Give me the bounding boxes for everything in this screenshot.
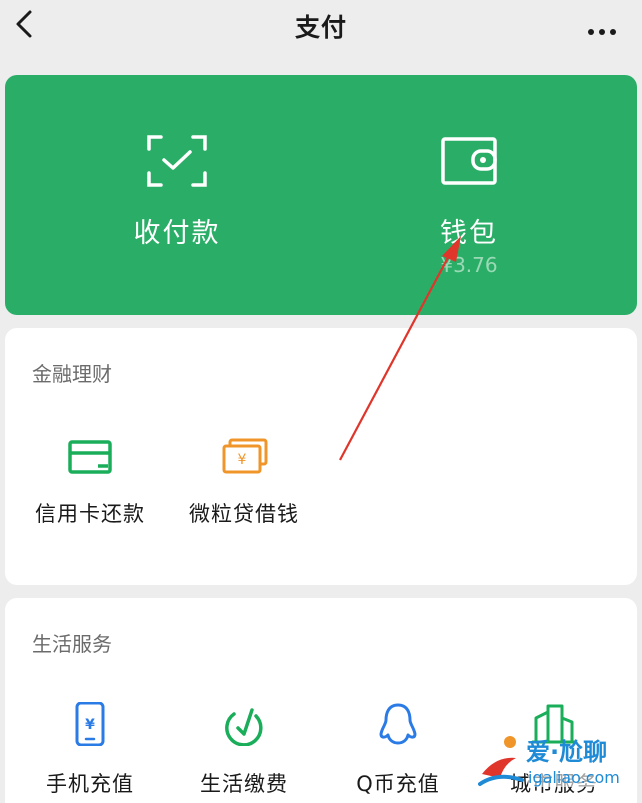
page-title: 支付: [294, 13, 347, 42]
scan-check-icon: [147, 135, 207, 187]
weilidai-loan-label: 微粒贷借钱: [189, 502, 299, 526]
city-buildings-icon: [532, 704, 576, 744]
wallet-balance: ¥3.76: [440, 253, 498, 277]
cash-notes-icon: ¥: [222, 438, 268, 474]
penguin-icon: [379, 703, 417, 745]
more-dots-icon: [588, 29, 594, 35]
city-services-button[interactable]: 城市服务: [479, 698, 629, 803]
life-section-title: 生活服务: [32, 632, 112, 656]
leaf-check-icon: [225, 708, 263, 746]
phone-icon: ¥: [75, 702, 105, 746]
wallet-button[interactable]: 钱包 ¥3.76: [321, 75, 637, 315]
credit-card-repay-button[interactable]: 信用卡还款: [15, 428, 165, 538]
weilidai-loan-button[interactable]: ¥ 微粒贷借钱: [169, 428, 319, 538]
finance-section: 金融理财 信用卡还款 ¥ 微粒贷借钱: [5, 328, 637, 585]
credit-card-icon: [68, 440, 112, 474]
phone-recharge-button[interactable]: ¥ 手机充值: [15, 698, 165, 803]
svg-text:¥: ¥: [238, 452, 247, 468]
wallet-icon: [441, 137, 497, 185]
city-services-label: 城市服务: [510, 772, 598, 796]
phone-recharge-label: 手机充值: [46, 772, 134, 796]
more-options-button[interactable]: [588, 20, 622, 35]
wallet-card: 收付款 钱包 ¥3.76: [5, 75, 637, 315]
qcoin-recharge-label: Q币充值: [356, 772, 440, 796]
top-bar: 支付: [0, 0, 642, 50]
qcoin-recharge-button[interactable]: Q币充值: [323, 698, 473, 803]
utility-bills-button[interactable]: 生活缴费: [169, 698, 319, 803]
life-services-section: 生活服务 ¥ 手机充值 生活缴费 Q币充值 城市服务: [5, 598, 637, 803]
wallet-label: 钱包: [440, 218, 498, 249]
finance-section-title: 金融理财: [32, 362, 112, 386]
receive-pay-label: 收付款: [133, 218, 221, 249]
receive-pay-button[interactable]: 收付款: [5, 75, 321, 315]
utility-bills-label: 生活缴费: [200, 772, 288, 796]
svg-text:¥: ¥: [85, 717, 95, 733]
credit-card-repay-label: 信用卡还款: [35, 502, 145, 526]
